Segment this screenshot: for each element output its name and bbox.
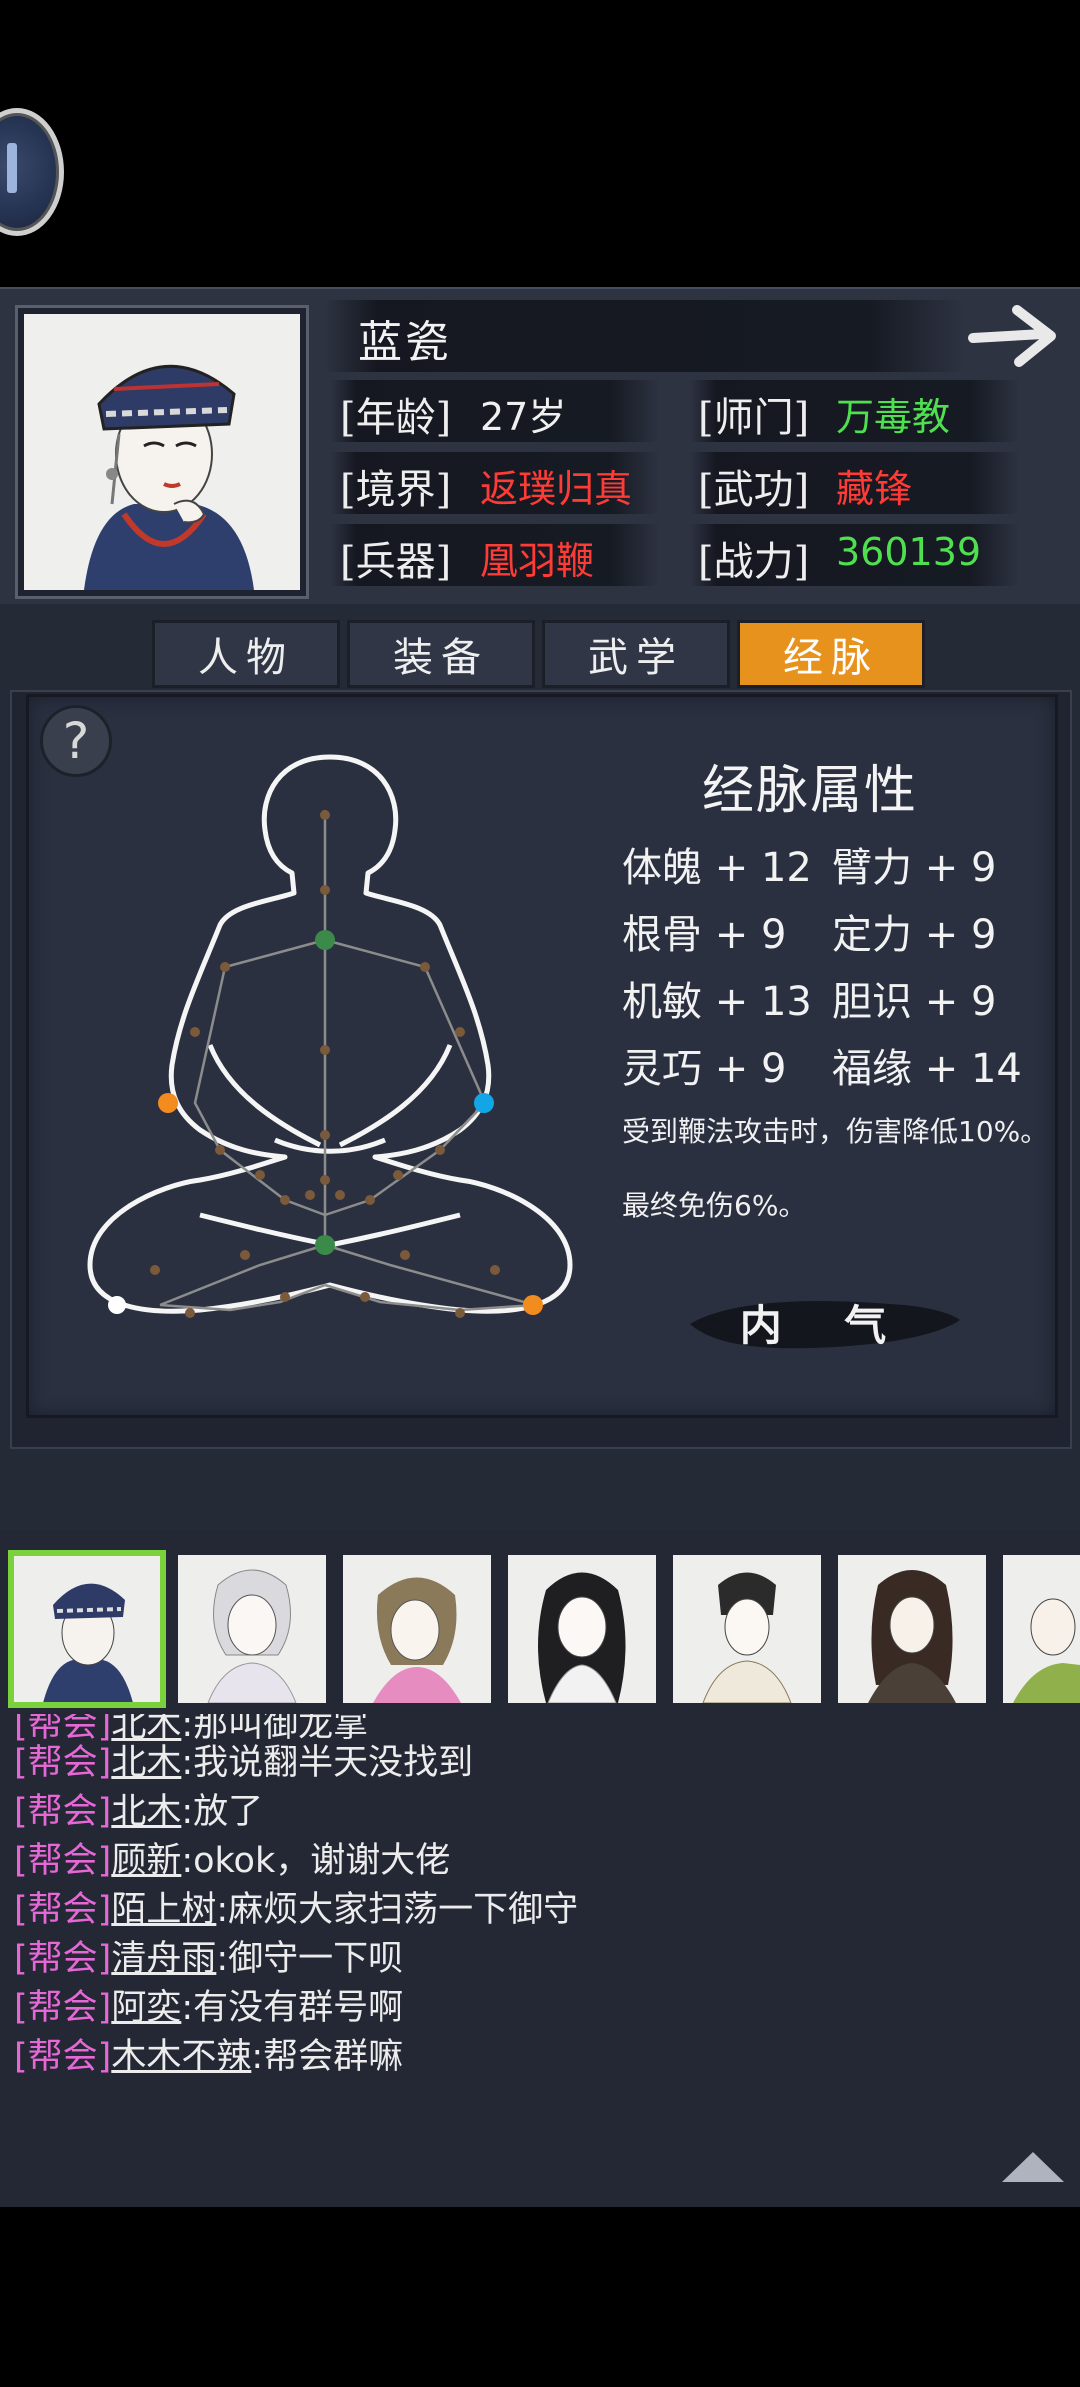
meridian-title: 经脉属性 (701, 761, 918, 821)
chat-username[interactable]: 北木 (111, 1743, 181, 1783)
stat-label-age: [年龄] (340, 395, 452, 441)
arrow-right-icon (968, 305, 1056, 367)
attr-focus: 定力 + 9 (832, 912, 997, 958)
next-character-button[interactable] (965, 302, 1065, 372)
roster-portrait[interactable] (838, 1555, 986, 1703)
attr-dexterity: 灵巧 + 9 (622, 1046, 787, 1092)
tab-martial-arts[interactable]: 武学 (542, 620, 730, 688)
chat-username[interactable]: 木木不辣 (111, 2037, 251, 2077)
effect-text: 最终免伤6%。 (622, 1189, 807, 1222)
character-name: 蓝瓷 (358, 317, 452, 368)
neiqi-button[interactable]: 内 气 (690, 1290, 960, 1354)
stat-label-realm: [境界] (340, 467, 452, 513)
stat-value-weapon: 凰羽鞭 (480, 539, 595, 583)
scroll-up-icon[interactable] (1000, 2148, 1066, 2184)
attr-courage: 胆识 + 9 (832, 979, 997, 1025)
stat-value-age: 27岁 (480, 395, 567, 439)
stat-label-weapon: [兵器] (340, 539, 452, 585)
chat-message: [帮会]清舟雨:御守一下呗 (14, 1939, 404, 1979)
stat-label-power: [战力] (698, 539, 810, 585)
attr-physique: 体魄 + 12 (622, 845, 812, 891)
effect-text: 受到鞭法攻击时，伤害降低10%。 (622, 1115, 1049, 1148)
chat-username[interactable]: 陌上树 (111, 1890, 216, 1930)
roster-portrait[interactable] (343, 1555, 491, 1703)
roster-portrait[interactable] (508, 1555, 656, 1703)
roster-portrait[interactable] (178, 1555, 326, 1703)
back-icon (7, 143, 17, 193)
stat-label-sect: [师门] (698, 395, 810, 441)
selected-portrait-highlight (8, 1550, 166, 1708)
stat-value-power: 360139 (836, 530, 982, 574)
stat-value-realm: 返璞归真 (480, 467, 633, 511)
character-portrait (18, 308, 306, 596)
back-button[interactable] (0, 108, 64, 236)
stat-value-sect: 万毒教 (836, 395, 951, 439)
stat-value-skill: 藏锋 (836, 467, 913, 511)
chat-message: [帮会]北木:放了 (14, 1792, 264, 1832)
roster-portrait[interactable] (673, 1555, 821, 1703)
attr-strength: 臂力 + 9 (832, 845, 997, 891)
attr-agility: 机敏 + 13 (622, 979, 812, 1025)
chat-message: [帮会]北木:我说翻半天没找到 (14, 1743, 474, 1783)
tab-character[interactable]: 人物 (152, 620, 340, 688)
chat-username[interactable]: 北木 (111, 1792, 181, 1832)
tab-meridians[interactable]: 经脉 (737, 620, 925, 688)
meridian-diagram (87, 754, 573, 1318)
attr-fortune: 福缘 + 14 (832, 1046, 1022, 1092)
attr-constitution: 根骨 + 9 (622, 912, 787, 958)
stat-label-skill: [武功] (698, 467, 810, 513)
chat-message: [帮会]顾新:okok，谢谢大佬 (14, 1841, 451, 1881)
tab-equipment[interactable]: 装备 (347, 620, 535, 688)
chat-username[interactable]: 阿奕 (111, 1988, 181, 2028)
roster-portrait[interactable] (1003, 1555, 1080, 1703)
chat-message: [帮会]陌上树:麻烦大家扫荡一下御守 (14, 1890, 579, 1930)
chat-username[interactable]: 顾新 (111, 1841, 181, 1881)
chat-message: [帮会]阿奕:有没有群号啊 (14, 1988, 404, 2028)
chat-username[interactable]: 清舟雨 (111, 1939, 216, 1979)
chat-message: [帮会]木木不辣:帮会群嘛 (14, 2037, 404, 2077)
